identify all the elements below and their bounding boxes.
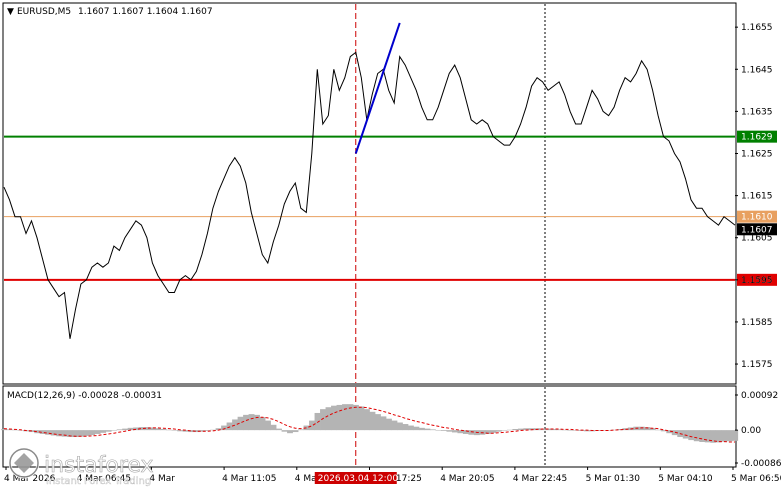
macd-bar: [342, 404, 348, 431]
x-tick-label: 5 Mar 04:10: [658, 474, 713, 484]
macd-bar: [506, 429, 513, 431]
macd-y-tick-label: 0.00092: [741, 391, 778, 401]
macd-bar: [259, 417, 266, 431]
x-tick-label: 4 Mar 20:05: [440, 474, 494, 484]
macd-bar: [171, 430, 178, 431]
macd-bar: [243, 414, 249, 431]
macd-bar: [490, 430, 497, 433]
y-tick-label: 1.1655: [741, 23, 773, 33]
macd-bar: [380, 416, 387, 431]
macd-bar: [715, 430, 722, 443]
macd-bar: [402, 424, 409, 431]
macd-bar: [116, 429, 123, 431]
macd-bar: [369, 411, 376, 431]
macd-bar: [386, 418, 392, 431]
y-tick-label: 1.1595: [741, 276, 773, 286]
macd-bar: [429, 429, 436, 431]
macd-bar: [693, 430, 700, 442]
macd-bar: [413, 426, 420, 431]
macd-bar: [331, 405, 337, 431]
macd-bar: [721, 430, 728, 442]
macd-bar: [325, 407, 332, 431]
x-tick-label: 4 Mar 11:05: [222, 474, 276, 484]
macd-bar: [567, 430, 574, 431]
y-tick-label: 1.1645: [741, 65, 773, 75]
macd-bar: [688, 430, 695, 441]
y-tick-label: 1.1625: [741, 149, 773, 159]
macd-bar: [512, 429, 519, 431]
macd-bar: [397, 422, 403, 431]
macd-bar: [638, 426, 645, 431]
macd-bar: [270, 424, 277, 431]
macd-bar: [276, 428, 282, 431]
macd-bar: [160, 429, 167, 431]
macd-bar: [336, 404, 343, 431]
macd-bar: [287, 430, 293, 434]
time-marker-label: 2026.03.04 12:00: [318, 474, 399, 484]
macd-bar: [232, 419, 238, 431]
macd-bar: [440, 430, 447, 431]
macd-bar: [248, 414, 255, 431]
macd-bar: [320, 409, 326, 431]
x-tick-label: 5 Mar 01:30: [586, 474, 641, 484]
symbol-arrow-icon[interactable]: ▼: [7, 7, 14, 17]
x-tick-label: 5 Mar 06:50: [731, 474, 781, 484]
macd-bar: [292, 430, 299, 433]
macd-bar: [418, 427, 425, 431]
macd-bar: [501, 430, 508, 431]
macd-bar: [265, 420, 271, 431]
macd-bar: [89, 430, 96, 436]
chart-canvas: ▼ EURUSD,M5 1.1607 1.1607 1.1604 1.1607 …: [1, 2, 781, 487]
level-label-resistance: 1.1629: [741, 133, 773, 143]
macd-bar: [61, 430, 68, 437]
macd-bar: [407, 425, 414, 431]
macd-bar: [435, 430, 442, 431]
macd-bar: [221, 425, 227, 431]
macd-bar: [655, 429, 662, 431]
chart-ohlc: 1.1607 1.1607 1.1604 1.1607: [78, 7, 213, 17]
macd-bar: [726, 430, 733, 442]
y-tick-label: 1.1635: [741, 107, 773, 117]
macd-bar: [732, 430, 739, 441]
y-tick-label: 1.1615: [741, 192, 773, 202]
macd-bar: [309, 420, 315, 431]
macd-bar: [111, 430, 118, 431]
macd-bar: [105, 430, 112, 432]
macd-title: MACD(12,26,9) -0.00028 -0.00031: [7, 391, 162, 401]
logo-brand: instaforex: [44, 453, 154, 478]
chart-symbol: EURUSD,M5: [17, 7, 71, 17]
macd-bar: [375, 414, 381, 431]
macd-bar: [358, 406, 365, 431]
macd-bar: [424, 428, 431, 431]
macd-bar: [83, 430, 90, 436]
y-tick-label: 1.1605: [741, 234, 773, 244]
macd-bar: [78, 430, 85, 437]
macd-bar: [177, 430, 184, 432]
macd-y-tick-label: -0.00086: [741, 459, 781, 469]
macd-bar: [699, 430, 706, 442]
logo-tagline: Instant Forex Trading: [46, 476, 151, 487]
macd-bar: [364, 409, 370, 431]
macd-bar: [100, 430, 107, 433]
macd-bar: [682, 430, 689, 439]
macd-y-tick-label: 0.00: [741, 426, 761, 436]
macd-bar: [94, 430, 101, 434]
macd-bar: [226, 422, 233, 431]
price-pane-frame: [2, 2, 737, 385]
y-tick-label: 1.1575: [741, 360, 773, 370]
macd-bar: [281, 430, 288, 432]
macd-bar: [298, 429, 304, 431]
macd-bar: [446, 430, 453, 432]
macd-bar: [122, 428, 129, 431]
macd-bar: [451, 430, 458, 433]
macd-bar: [166, 429, 173, 431]
level-label-orange: 1.1610: [741, 213, 773, 223]
macd-bar: [353, 404, 359, 431]
macd-bar: [495, 430, 502, 432]
macd-bar: [391, 420, 398, 431]
x-tick-label: 4 Mar 22:45: [513, 474, 567, 484]
y-tick-label: 1.1585: [741, 318, 773, 328]
